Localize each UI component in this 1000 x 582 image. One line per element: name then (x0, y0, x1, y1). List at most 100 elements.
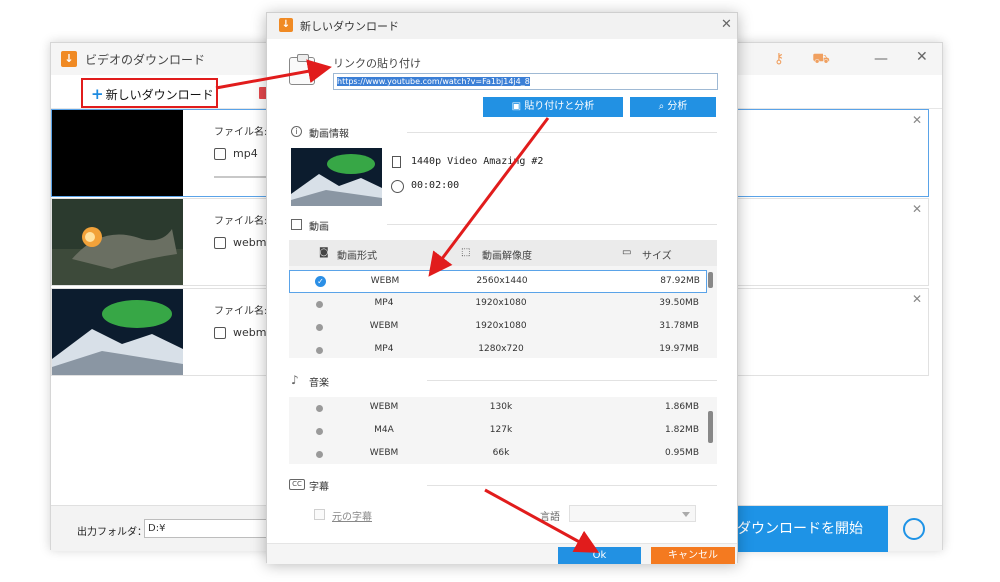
divider (387, 224, 717, 225)
dialog-close-button[interactable]: ✕ (721, 17, 732, 32)
divider (407, 132, 717, 133)
resolution-column-icon: ⬚ (461, 247, 471, 258)
ok-button[interactable]: Ok (558, 547, 641, 564)
original-subtitle-label[interactable]: 元の字幕 (332, 508, 372, 523)
language-label: 言語 (540, 512, 560, 523)
original-subtitle-checkbox[interactable] (314, 509, 325, 520)
video-duration: 00:02:00 (411, 180, 460, 191)
radio-dot-icon (316, 301, 323, 308)
row-format: MP4 (374, 298, 394, 308)
new-download-button[interactable]: + 新しいダウンロード (91, 85, 214, 103)
audio-table-scrollbar[interactable] (708, 411, 713, 443)
row-format: mp4 (233, 147, 258, 160)
row-bitrate: 130k (489, 402, 513, 412)
row-thumbnail (52, 110, 183, 196)
audio-section-label: 音楽 (309, 378, 329, 389)
row-remove-icon[interactable]: ✕ (912, 292, 922, 306)
row-bitrate: 66k (492, 448, 510, 458)
format-icon (214, 327, 226, 339)
row-resolution: 1280x720 (478, 344, 524, 354)
row-format: WEBM (369, 402, 399, 412)
divider (427, 485, 717, 486)
row-size: 0.95MB (665, 448, 699, 458)
divider (427, 380, 717, 381)
video-format-row[interactable]: WEBM 1920x1080 31.78MB (289, 316, 707, 339)
cart-icon[interactable]: ⛟ (811, 49, 831, 69)
radio-dot-icon (316, 405, 323, 412)
video-table-scrollbar[interactable] (708, 272, 713, 288)
row-format: WEBM (369, 448, 399, 458)
video-format-row[interactable]: MP4 1280x720 19.97MB (289, 339, 707, 362)
row-format: MP4 (374, 344, 394, 354)
file-icon (392, 156, 401, 168)
plus-icon: + (91, 85, 104, 103)
row-size: 1.82MB (665, 425, 699, 435)
key-icon[interactable]: ⚷ (769, 49, 789, 69)
video-thumbnail (291, 148, 382, 206)
minimize-button[interactable]: — (874, 51, 888, 67)
closed-caption-icon: CC (289, 479, 305, 490)
size-column-header: サイズ (642, 251, 672, 262)
resolution-column-header: 動画解像度 (482, 251, 532, 262)
analyze-button[interactable]: ⌕ 分析 (630, 97, 716, 117)
output-folder-field[interactable]: D:¥ (144, 519, 274, 538)
video-info-label: 動画情報 (309, 129, 349, 140)
row-thumbnail (52, 199, 183, 285)
video-icon (291, 219, 302, 230)
row-resolution: 2560x1440 (476, 276, 528, 286)
video-table-header: ◙ 動画形式 ⬚ 動画解像度 ▭ サイズ (289, 240, 717, 266)
row-format: WEBM (369, 321, 399, 331)
cancel-button[interactable]: キャンセル (651, 547, 735, 564)
row-remove-icon[interactable]: ✕ (912, 202, 922, 216)
row-size: 1.86MB (665, 402, 699, 412)
new-download-dialog: ↓ 新しいダウンロード ✕ リンクの貼り付け https://www.youtu… (266, 12, 738, 564)
close-window-button[interactable]: ✕ (916, 49, 928, 65)
radio-dot-icon (316, 451, 323, 458)
thumbnail-aurora-image (291, 148, 382, 206)
new-download-highlight: + 新しいダウンロード (81, 78, 218, 108)
row-thumbnail (52, 289, 183, 375)
paste-link-label: リンクの貼り付け (333, 57, 421, 70)
audio-format-table: WEBM 130k 1.86MB M4A 127k 1.82MB WEBM 66… (289, 397, 717, 464)
url-input[interactable]: https://www.youtube.com/watch?v=Fa1bj14j… (333, 73, 718, 90)
audio-format-row[interactable]: WEBM 66k 0.95MB (289, 443, 707, 466)
dialog-footer: Ok キャンセル (267, 543, 737, 564)
alarm-clock-icon[interactable] (903, 518, 925, 540)
size-column-icon: ▭ (622, 247, 632, 258)
analyze-label: 分析 (667, 101, 688, 112)
radio-dot-icon (316, 428, 323, 435)
row-progress-bar (214, 176, 268, 178)
app-logo-icon: ↓ (279, 18, 293, 32)
row-format: WEBM (370, 276, 400, 286)
dialog-titlebar: ↓ 新しいダウンロード ✕ (267, 13, 737, 39)
paste-and-analyze-button[interactable]: ▣ 貼り付けと分析 (483, 97, 623, 117)
radio-dot-icon (316, 324, 323, 331)
thumbnail-aurora-image (52, 289, 183, 375)
row-size: 19.97MB (659, 344, 699, 354)
format-icon (214, 237, 226, 249)
video-format-table: ◙ 動画形式 ⬚ 動画解像度 ▭ サイズ ✓ WEBM 2560x1440 87… (289, 240, 717, 358)
audio-format-row[interactable]: M4A 127k 1.82MB (289, 420, 707, 443)
thumbnail-dragon-image (52, 199, 183, 285)
audio-format-row[interactable]: WEBM 130k 1.86MB (289, 397, 707, 420)
video-format-row[interactable]: ✓ WEBM 2560x1440 87.92MB (289, 270, 707, 293)
video-format-row[interactable]: MP4 1920x1080 39.50MB (289, 293, 707, 316)
paste-and-analyze-label: 貼り付けと分析 (524, 101, 595, 112)
clock-icon (391, 180, 404, 193)
app-logo-icon: ↓ (61, 51, 77, 67)
subtitle-section-label: 字幕 (309, 482, 329, 493)
paste-icon: ▣ (511, 101, 525, 112)
start-download-button[interactable]: ダウンロードを開始 (735, 506, 888, 552)
row-format: M4A (374, 425, 394, 435)
video-format-column-header: 動画形式 (337, 251, 377, 262)
row-format: webm (233, 326, 267, 339)
language-select[interactable] (569, 505, 696, 522)
row-size: 39.50MB (659, 298, 699, 308)
clipboard-icon (289, 54, 315, 85)
row-bitrate: 127k (489, 425, 513, 435)
row-remove-icon[interactable]: ✕ (912, 113, 922, 127)
main-window-title: ビデオのダウンロード (85, 53, 206, 67)
new-download-label: 新しいダウンロード (105, 88, 214, 102)
row-size: 87.92MB (660, 276, 700, 286)
url-value: https://www.youtube.com/watch?v=Fa1bj14j… (337, 77, 530, 86)
